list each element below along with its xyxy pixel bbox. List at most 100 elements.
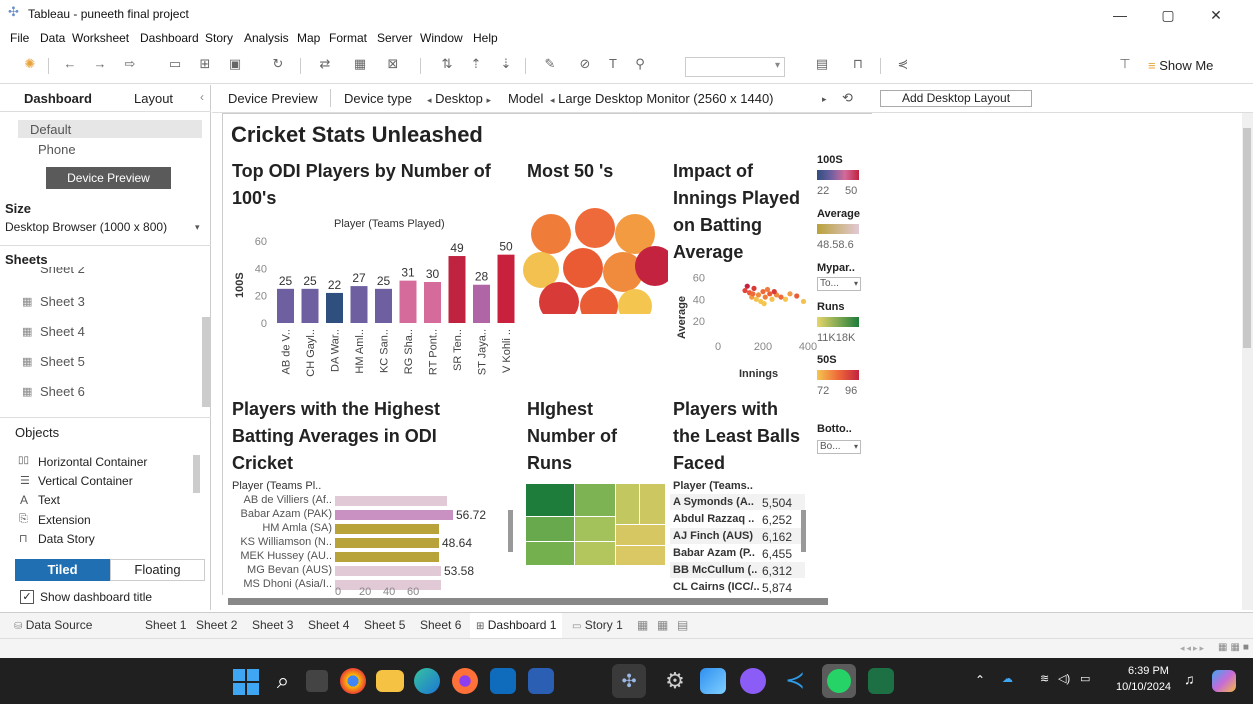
menu-analysis[interactable]: Analysis [244,31,289,45]
scatter-point[interactable] [794,293,800,299]
share-icon[interactable]: ⋞ [893,56,913,72]
object-data-story[interactable]: Data Story [38,532,95,546]
scatter-point[interactable] [744,283,750,289]
settings-icon[interactable]: ⚙ [660,666,690,696]
tab-sheet-2[interactable]: Sheet 2 [196,618,237,632]
connect-data-icon[interactable]: ⇨ [120,56,140,72]
device-type-select[interactable]: ◂ Desktop ▸ [427,91,497,107]
sheet-item[interactable]: Sheet 3 [40,294,85,309]
volume-icon[interactable]: ◁) [1058,672,1070,685]
scatter-point[interactable] [751,285,757,291]
bubble[interactable] [563,248,603,288]
objects-scrollbar[interactable] [193,455,200,493]
treemap-cell[interactable] [616,546,665,565]
firefox-icon[interactable] [452,668,478,694]
tab-sheet-6[interactable]: Sheet 6 [420,618,461,632]
treemap-cell[interactable] [575,517,615,541]
object-extension[interactable]: Extension [38,513,91,527]
scatter-point[interactable] [778,294,784,300]
avg-bar[interactable] [335,524,439,534]
tab-sheet-5[interactable]: Sheet 5 [364,618,405,632]
clock-date[interactable]: 10/10/2024 [1116,681,1171,693]
treemap-cell[interactable] [526,517,574,541]
add-desktop-layout-button[interactable]: Add Desktop Layout [880,90,1032,107]
collapse-panel-icon[interactable]: ‹ [200,90,204,104]
menu-help[interactable]: Help [473,31,498,45]
treemap-cell[interactable] [575,484,615,516]
treemap-cell[interactable] [575,542,615,565]
scatter-point[interactable] [787,291,793,297]
model-select[interactable]: ◂ Large Desktop Monitor (2560 x 1440) ▸ [550,91,835,107]
wifi-icon[interactable]: ≋ [1040,672,1049,685]
object-text[interactable]: Text [38,493,60,507]
clear-sheet-icon[interactable]: ⊠ [383,56,403,72]
menu-file[interactable]: File [10,31,29,45]
bubble[interactable] [531,214,571,254]
new-sheet-icon[interactable]: ▣ [225,56,245,72]
scatter-point[interactable] [760,289,766,295]
windows-start-icon[interactable] [230,666,260,696]
file-explorer-icon[interactable] [376,670,404,692]
view-toggle-icon[interactable]: ▦▦■ [1218,642,1252,653]
scatter-point[interactable] [800,298,807,305]
battery-icon[interactable]: ▭ [1080,672,1090,685]
device-preview-icon[interactable]: ⊓ [848,56,868,72]
rotate-icon[interactable]: ⟲ [842,90,853,106]
scatter-point[interactable] [761,301,767,307]
bar[interactable] [277,288,294,323]
tab-sheet-4[interactable]: Sheet 4 [308,618,349,632]
close-button[interactable]: ✕ [1196,4,1236,26]
chrome-icon[interactable] [340,668,366,694]
tableau-home-icon[interactable]: ✺ [20,56,40,72]
clock-time[interactable]: 6:39 PM [1128,665,1169,677]
new-dashboard-tab-icon[interactable]: ▦ [657,618,668,632]
highlight-icon[interactable]: ✎ [540,56,560,72]
tab-dashboard[interactable]: Dashboard [24,91,92,106]
fit-dropdown[interactable]: ▾ [685,57,785,77]
bar[interactable] [326,292,343,323]
scatter-point[interactable] [769,296,775,302]
vscode-icon[interactable]: ≺ [780,666,810,696]
bubble[interactable] [575,208,615,248]
canvas-horizontal-scrollbar[interactable] [228,598,828,605]
nav-arrows-icon[interactable]: ◂◂▸▸ [1180,643,1206,654]
sheets-scrollbar[interactable] [202,317,210,407]
bottom-dropdown[interactable]: Bo... ▾ [817,440,861,454]
menu-dashboard[interactable]: Dashboard [140,31,199,45]
pin-icon[interactable]: ⚲ [630,56,650,72]
swap-icon[interactable]: ⇄ [315,56,335,72]
bar[interactable] [399,280,417,323]
copilot-icon[interactable] [1212,670,1236,692]
scatter-point[interactable] [764,286,771,293]
device-preview-toggle[interactable]: Device Preview [228,91,318,106]
tab-data-source[interactable]: ⛁ Data Source [14,618,92,632]
bubble[interactable] [580,287,618,314]
forward-icon[interactable]: → [90,56,110,71]
bar[interactable] [301,288,319,323]
menu-data[interactable]: Data [40,31,65,45]
notifications-icon[interactable]: ♫ [1184,671,1195,687]
menu-story[interactable]: Story [205,31,233,45]
bar[interactable] [473,284,490,323]
tab-sheet-1[interactable]: Sheet 1 [145,618,186,632]
floating-button[interactable]: Floating [110,559,205,581]
show-title-checkbox[interactable]: ✓ [20,590,34,604]
sheet-item[interactable]: Sheet 4 [40,324,85,339]
presentation-icon[interactable]: ▤ [812,56,832,72]
avg-bar[interactable] [335,510,453,520]
labels-icon[interactable]: T [603,56,623,71]
avg-bar[interactable] [335,538,439,548]
tableau-taskbar-icon[interactable]: ✣ [612,664,646,698]
tab-story-1[interactable]: ▭ Story 1 [572,618,623,632]
device-preview-button[interactable]: Device Preview [46,167,171,189]
outlook-icon[interactable] [490,668,516,694]
new-datasource-icon[interactable]: ⊞ [195,56,215,72]
refresh-icon[interactable]: ↻ [268,56,288,72]
word-icon[interactable] [528,668,554,694]
treemap-cell[interactable] [616,484,639,524]
canvas-vertical-scrollbar[interactable] [1242,113,1253,610]
menu-format[interactable]: Format [329,31,367,45]
photos-icon[interactable] [700,668,726,694]
back-icon[interactable]: ← [60,56,80,71]
menu-worksheet[interactable]: Worksheet [72,31,129,45]
